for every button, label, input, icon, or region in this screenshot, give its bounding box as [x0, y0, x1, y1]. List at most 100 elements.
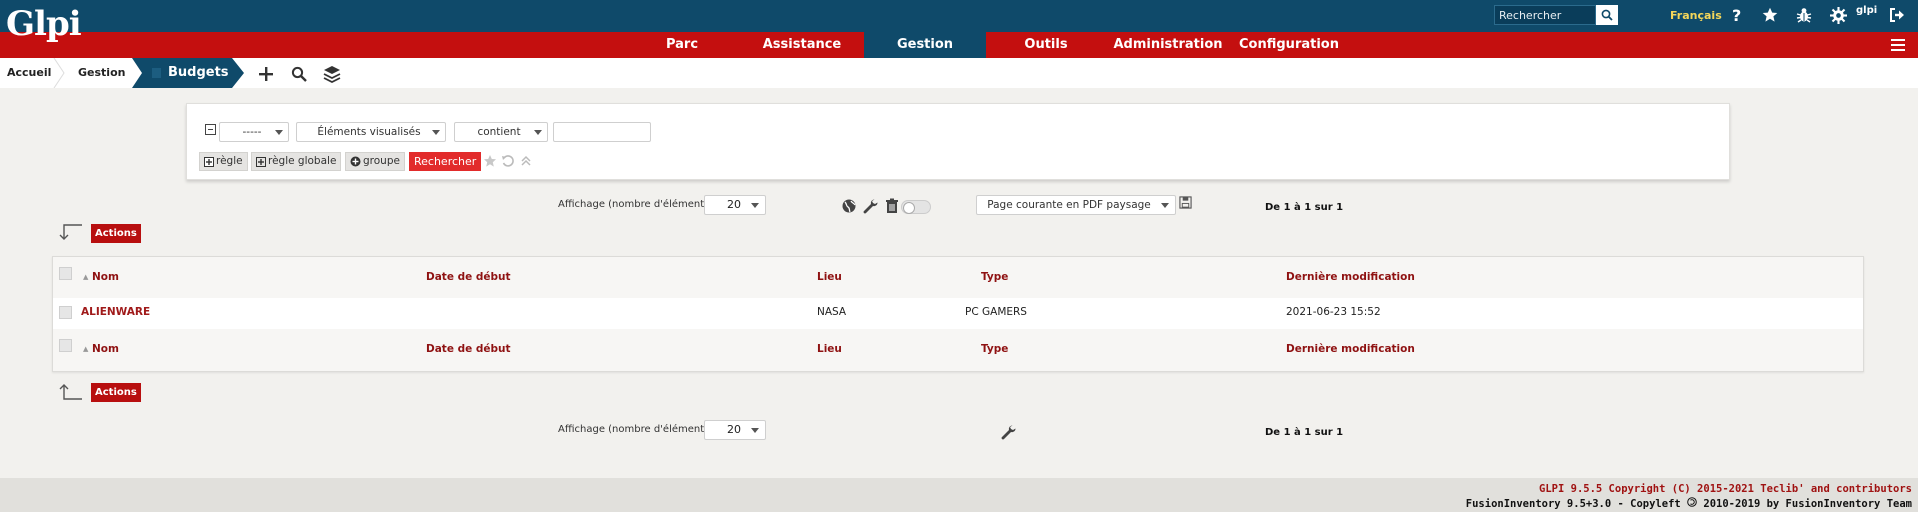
actions-button-top[interactable]: Actions [91, 224, 141, 243]
export-save-icon[interactable] [1179, 196, 1192, 209]
column-header-lieu[interactable]: Lieu [817, 271, 842, 283]
gear-icon[interactable] [1827, 4, 1849, 26]
row-lieu: NASA [817, 306, 847, 318]
global-search [1494, 5, 1618, 25]
criteria-link-select[interactable]: ----- [219, 122, 289, 142]
deleted-items-toggle[interactable] [901, 200, 931, 214]
add-group-label: groupe [363, 155, 400, 167]
layers-icon[interactable] [322, 64, 342, 84]
select-arrow-up-icon [59, 384, 82, 400]
display-count-select-bottom[interactable]: 20 [704, 420, 766, 440]
export-format-value: Page courante en PDF paysage [987, 199, 1151, 211]
collapse-criteria-icon[interactable] [519, 154, 533, 168]
logout-icon[interactable] [1886, 4, 1908, 26]
svg-text:?: ? [1732, 6, 1741, 24]
add-rule-button[interactable]: règle [199, 152, 248, 171]
column-header-derniere-modification[interactable]: Dernière modification [1286, 271, 1415, 283]
remove-criteria-icon[interactable] [205, 124, 216, 135]
wrench-icon[interactable] [862, 198, 878, 214]
save-search-star-icon[interactable] [483, 154, 497, 168]
add-global-rule-button[interactable]: règle globale [251, 152, 342, 171]
budget-icon [152, 68, 161, 78]
display-count-label: Affichage (nombre d'éléments) [558, 199, 714, 210]
row-derniere-modification: 2021-06-23 15:52 [1286, 306, 1381, 318]
plus-circle-icon [350, 156, 361, 167]
row-type: PC GAMERS [965, 306, 1027, 318]
breadcrumb-home[interactable]: Accueil [7, 58, 51, 88]
help-icon[interactable]: ? [1726, 4, 1748, 26]
search-icon [1601, 9, 1613, 21]
row-nom-link[interactable]: ALIENWARE [81, 306, 150, 318]
globe-icon[interactable] [841, 198, 857, 214]
copyleft-icon [1687, 497, 1697, 507]
display-count-value: 20 [727, 198, 741, 211]
global-search-input[interactable] [1494, 5, 1596, 25]
page-footer: GLPI 9.5.5 Copyright (C) 2015-2021 Tecli… [0, 478, 1918, 512]
breadcrumb: Accueil Gestion Budgets [0, 58, 1918, 88]
trash-icon[interactable] [884, 198, 900, 214]
breadcrumb-gestion[interactable]: Gestion [78, 58, 125, 88]
bug-icon[interactable] [1793, 4, 1815, 26]
star-icon[interactable] [1759, 4, 1781, 26]
hamburger-menu-icon[interactable] [1890, 37, 1906, 53]
search-criteria-panel: ----- Éléments visualisés contient règle… [186, 103, 1730, 180]
breadcrumb-separator [53, 58, 65, 88]
menu-item-parc[interactable]: Parc [646, 32, 718, 58]
search-submit-button[interactable]: Rechercher [409, 152, 482, 171]
select-all-checkbox-bottom[interactable] [59, 339, 72, 352]
column-header-date-debut[interactable]: Date de début [426, 271, 511, 283]
top-header: Glpi Français ? glpi [0, 0, 1918, 44]
add-icon[interactable] [256, 64, 276, 84]
sort-asc-icon: ▲ [83, 273, 89, 281]
row-checkbox[interactable] [59, 306, 72, 319]
fusioninventory-copyleft-suffix: 2010-2019 by FusionInventory Team [1703, 498, 1912, 510]
fusioninventory-copyleft[interactable]: FusionInventory 9.5+3.0 - Copyleft 2010-… [1466, 497, 1912, 510]
table-footer-header: ▲ Nom Date de début Lieu Type Dernière m… [53, 329, 1863, 371]
menu-item-outils[interactable]: Outils [1010, 32, 1082, 58]
export-format-select[interactable]: Page courante en PDF paysage [976, 195, 1176, 215]
menu-item-assistance[interactable]: Assistance [752, 32, 852, 58]
add-global-rule-label: règle globale [268, 155, 337, 167]
criteria-field-value: Éléments visualisés [317, 126, 421, 138]
column-header-nom[interactable]: Nom [92, 271, 119, 283]
add-rule-label: règle [216, 155, 243, 167]
menu-item-configuration[interactable]: Configuration [1238, 32, 1340, 58]
glpi-logo[interactable]: Glpi [6, 4, 82, 44]
select-all-checkbox[interactable] [59, 267, 72, 280]
pager-status: De 1 à 1 sur 1 [1265, 202, 1344, 213]
breadcrumb-current[interactable]: Budgets [132, 58, 244, 88]
table-header: ▲ Nom Date de début Lieu Type Dernière m… [53, 257, 1863, 298]
plus-square-icon [204, 156, 214, 167]
display-count-label-bottom: Affichage (nombre d'éléments) [558, 424, 714, 435]
add-group-button[interactable]: groupe [345, 152, 405, 171]
column-footer-type[interactable]: Type [981, 343, 1008, 355]
column-header-type[interactable]: Type [981, 271, 1008, 283]
select-arrow-down-icon [59, 224, 82, 240]
wrench-icon[interactable] [1000, 424, 1016, 440]
breadcrumb-current-label: Budgets [168, 65, 229, 80]
display-count-value-bottom: 20 [727, 423, 741, 436]
menu-item-administration[interactable]: Administration [1110, 32, 1226, 58]
global-search-button[interactable] [1596, 5, 1618, 25]
main-menu: Parc Assistance Gestion Outils Administr… [0, 32, 1918, 58]
criteria-field-select[interactable]: Éléments visualisés [296, 122, 446, 142]
glpi-copyright[interactable]: GLPI 9.5.5 Copyright (C) 2015-2021 Tecli… [1539, 483, 1912, 495]
budgets-table: ▲ Nom Date de début Lieu Type Dernière m… [52, 256, 1864, 372]
menu-item-gestion[interactable]: Gestion [864, 32, 986, 58]
plus-square-outline-icon [256, 156, 266, 167]
criteria-operator-select[interactable]: contient [454, 122, 548, 142]
column-footer-nom[interactable]: Nom [92, 343, 119, 355]
actions-button-bottom[interactable]: Actions [91, 383, 141, 402]
search-icon[interactable] [289, 64, 309, 84]
criteria-value-input[interactable] [553, 122, 651, 142]
user-name[interactable]: glpi [1856, 5, 1877, 16]
column-footer-derniere-modification[interactable]: Dernière modification [1286, 343, 1415, 355]
column-footer-lieu[interactable]: Lieu [817, 343, 842, 355]
reset-search-icon[interactable] [501, 154, 515, 168]
sort-asc-icon: ▲ [83, 345, 89, 353]
column-footer-date-debut[interactable]: Date de début [426, 343, 511, 355]
language-selector[interactable]: Français [1670, 9, 1722, 22]
fusioninventory-copyleft-prefix: FusionInventory 9.5+3.0 - Copyleft [1465, 498, 1681, 510]
table-row[interactable]: ALIENWARE NASA PC GAMERS 2021-06-23 15:5… [53, 298, 1863, 328]
display-count-select[interactable]: 20 [704, 195, 766, 215]
